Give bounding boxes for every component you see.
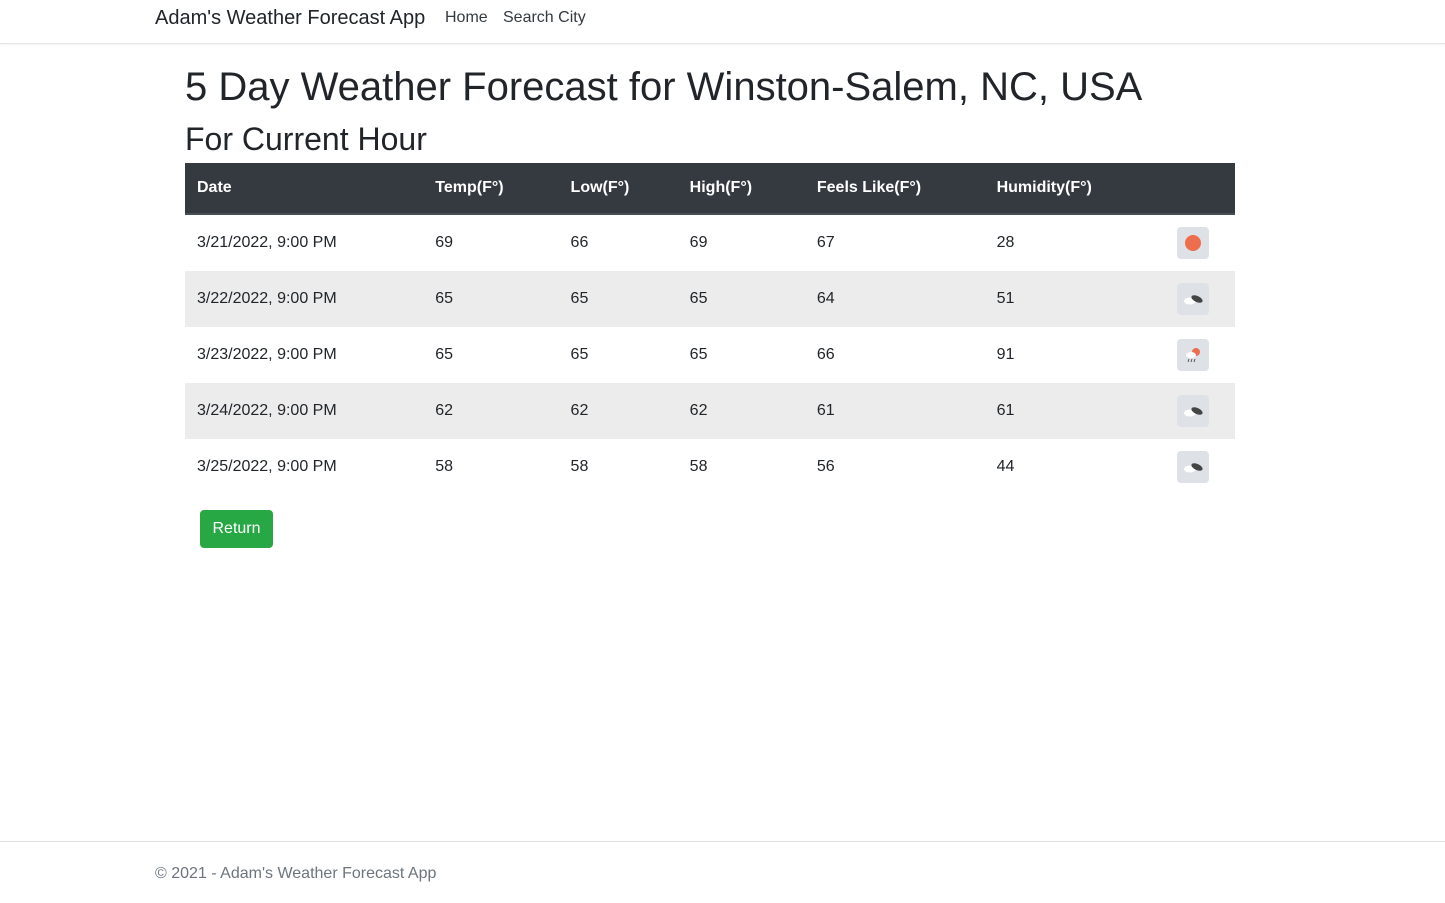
cell-low: 66 [570,234,589,251]
footer-copyright: © 2021 - Adam's Weather Forecast App [155,865,437,882]
cell-humidity: 28 [996,234,1015,251]
cell-temp: 58 [435,458,454,475]
header-humidity: Humidity(F°) [984,163,1151,215]
header-feels-like: Feels Like(F°) [804,163,985,215]
broken-clouds-icon [1176,451,1209,483]
brand-link[interactable]: Adam's Weather Forecast App [155,7,425,30]
page-subtitle: For Current Hour [185,121,427,157]
cell-feels-like: 64 [804,271,985,327]
page-title: 5 Day Weather Forecast for Winston-Salem… [185,65,1143,109]
table-row: 3/25/2022, 9:00 PM 58 58 58 56 44 [185,439,1235,495]
cell-date: 3/21/2022, 9:00 PM [197,234,337,251]
forecast-table: Date Temp(F°) Low(F°) High(F°) Feels Lik… [185,163,1235,495]
cell-feels-like: 67 [816,234,835,251]
top-navbar: Adam's Weather Forecast App Home Search … [0,0,1445,44]
cell-high: 69 [689,234,708,251]
broken-clouds-icon [1176,395,1209,427]
header-high: High(F°) [677,163,805,215]
nav-home-link[interactable]: Home [445,9,488,27]
cell-high: 65 [689,346,708,363]
sun-icon [1176,227,1209,259]
cell-temp: 62 [423,383,559,439]
cell-date: 3/24/2022, 9:00 PM [185,383,424,439]
cell-humidity: 51 [984,271,1151,327]
cell-date: 3/23/2022, 9:00 PM [197,346,337,363]
footer: © 2021 - Adam's Weather Forecast App [0,841,1445,903]
table-row: 3/24/2022, 9:00 PM 62 62 62 61 61 [185,383,1235,439]
rain-icon [1176,339,1209,371]
return-button[interactable]: Return [200,510,273,548]
header-temp: Temp(F°) [423,163,559,215]
cell-date: 3/25/2022, 9:00 PM [197,458,337,475]
cell-low: 58 [570,458,589,475]
table-row: 3/21/2022, 9:00 PM 69 66 69 67 28 [185,214,1235,271]
cell-high: 65 [677,271,805,327]
cell-feels-like: 56 [816,458,835,475]
header-low: Low(F°) [558,163,678,215]
cell-low: 65 [570,346,589,363]
broken-clouds-icon [1176,283,1209,315]
page-header: 5 Day Weather Forecast for Winston-Salem… [185,62,1235,166]
header-icon [1150,163,1235,215]
cell-temp: 69 [435,234,454,251]
cell-humidity: 61 [984,383,1151,439]
cell-feels-like: 61 [804,383,985,439]
cell-humidity: 91 [996,346,1015,363]
cell-temp: 65 [423,271,559,327]
cell-high: 62 [677,383,805,439]
cell-high: 58 [689,458,708,475]
table-row: 3/23/2022, 9:00 PM 65 65 65 66 91 [185,327,1235,383]
cell-humidity: 44 [996,458,1015,475]
cell-feels-like: 66 [816,346,835,363]
nav-search-city-link[interactable]: Search City [503,9,586,27]
table-row: 3/22/2022, 9:00 PM 65 65 65 64 51 [185,271,1235,327]
cell-date: 3/22/2022, 9:00 PM [185,271,424,327]
table-header-row: Date Temp(F°) Low(F°) High(F°) Feels Lik… [185,163,1235,215]
cell-low: 65 [558,271,678,327]
cell-low: 62 [558,383,678,439]
header-date: Date [185,163,424,215]
cell-temp: 65 [435,346,454,363]
